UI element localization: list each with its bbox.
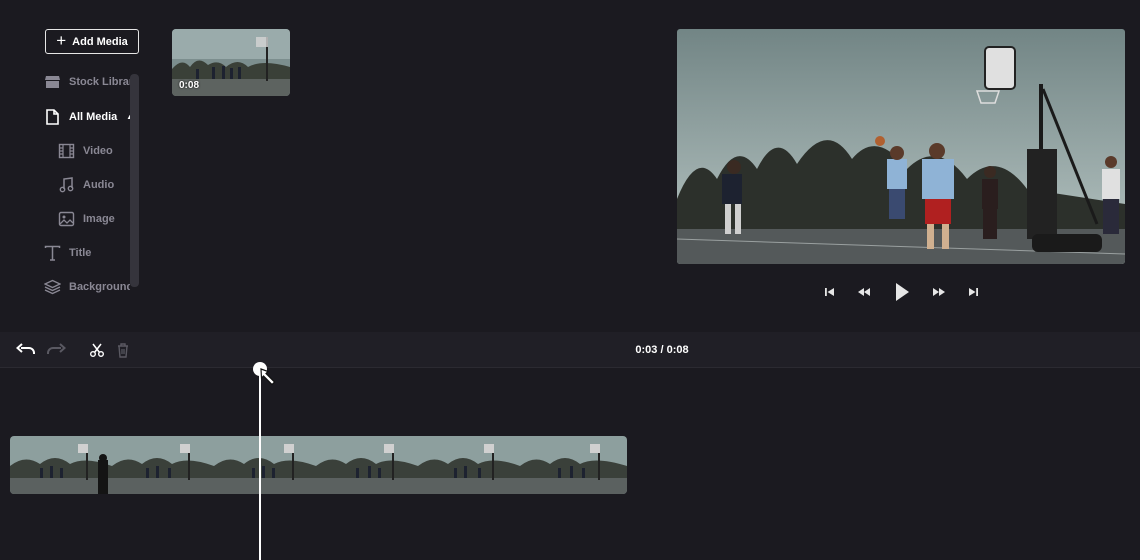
sidebar-scrollbar[interactable] [130,74,139,287]
sidebar-item-label: Audio [83,179,115,191]
mouse-pointer-icon [260,368,276,386]
music-note-icon [59,177,74,193]
rewind-icon [858,288,870,296]
layers-icon [44,279,61,295]
clip-frame [10,436,112,494]
play-button[interactable] [890,280,914,304]
delete-button[interactable] [112,340,134,360]
skip-to-end-button[interactable] [963,280,983,304]
skip-to-start-icon [825,288,834,296]
sidebar-item-title[interactable]: Title [44,243,130,263]
undo-icon [16,343,35,354]
sidebar-item-label: Background [69,281,130,293]
sidebar-item-label: Title [69,247,92,259]
undo-button[interactable] [15,340,37,360]
rewind-button[interactable] [854,280,874,304]
sidebar-item-label: All Media [69,111,118,123]
playback-controls [820,280,985,304]
media-duration-label: 0:08 [179,80,200,91]
playhead-line[interactable] [259,371,261,560]
sidebar-item-all-media[interactable]: All Media ▲ [44,107,130,127]
skip-to-start-button[interactable] [820,280,840,304]
image-icon [58,211,75,227]
sidebar-item-stock-library[interactable]: Stock Library [44,72,130,92]
sidebar-item-label: Image [83,213,115,225]
timeline-time-display: 0:03 / 0:08 [635,344,689,356]
timeline-video-clip[interactable] [10,436,627,494]
clip-frame [112,436,214,494]
clip-frame [214,436,316,494]
fast-forward-icon [933,288,945,296]
timeline-toolbar: 0:03 / 0:08 [0,332,1140,368]
fast-forward-button[interactable] [929,280,949,304]
sidebar-item-background[interactable]: Background [44,277,130,297]
split-icon [90,343,104,357]
video-preview[interactable] [677,29,1125,264]
split-button[interactable] [86,340,108,360]
clip-frame [316,436,418,494]
sidebar-item-label: Stock Library [69,76,130,88]
plus-icon: + [56,31,67,50]
file-icon [46,109,59,125]
add-media-button[interactable]: + Add Media [45,29,139,54]
redo-button[interactable] [45,340,67,360]
play-icon [896,283,909,301]
sidebar-item-label: Video [83,145,113,157]
text-icon [44,245,61,261]
film-icon [58,143,75,159]
media-thumbnail[interactable]: 0:08 [172,29,290,96]
skip-to-end-icon [969,288,978,296]
add-media-label: Add Media [72,35,128,48]
clip-frame [520,436,627,494]
clip-frame [418,436,520,494]
preview-frame-image [677,29,1125,264]
store-icon [45,76,60,88]
redo-icon [47,343,66,354]
trash-icon [118,343,128,358]
